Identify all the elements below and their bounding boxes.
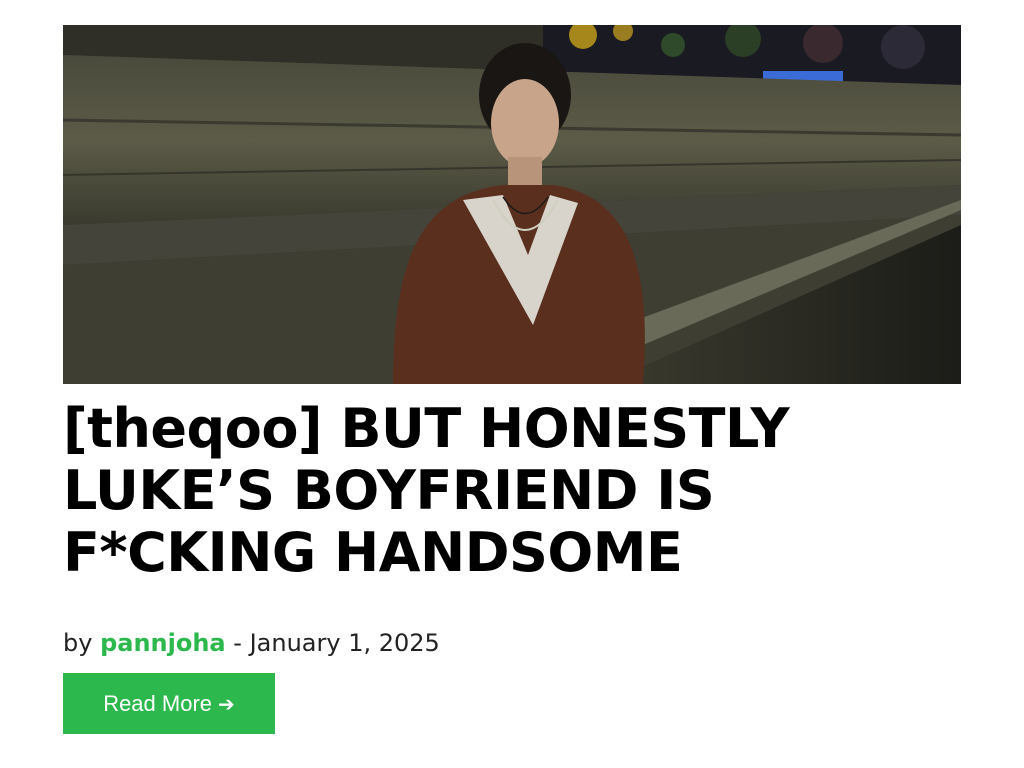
post-title[interactable]: [theqoo] BUT HONESTLY LUKE’S BOYFRIEND I…	[63, 398, 963, 584]
post-card: [theqoo] BUT HONESTLY LUKE’S BOYFRIEND I…	[0, 0, 1024, 768]
post-meta: by pannjoha - January 1, 2025	[63, 626, 440, 660]
date-separator: -	[233, 629, 242, 657]
post-date: January 1, 2025	[249, 629, 440, 657]
read-more-button[interactable]: Read More ➔	[63, 673, 275, 734]
featured-image[interactable]	[63, 25, 961, 384]
by-label: by	[63, 629, 93, 657]
arrow-right-icon: ➔	[218, 691, 235, 716]
author-link[interactable]: pannjoha	[100, 629, 226, 657]
read-more-label: Read More	[103, 690, 213, 716]
